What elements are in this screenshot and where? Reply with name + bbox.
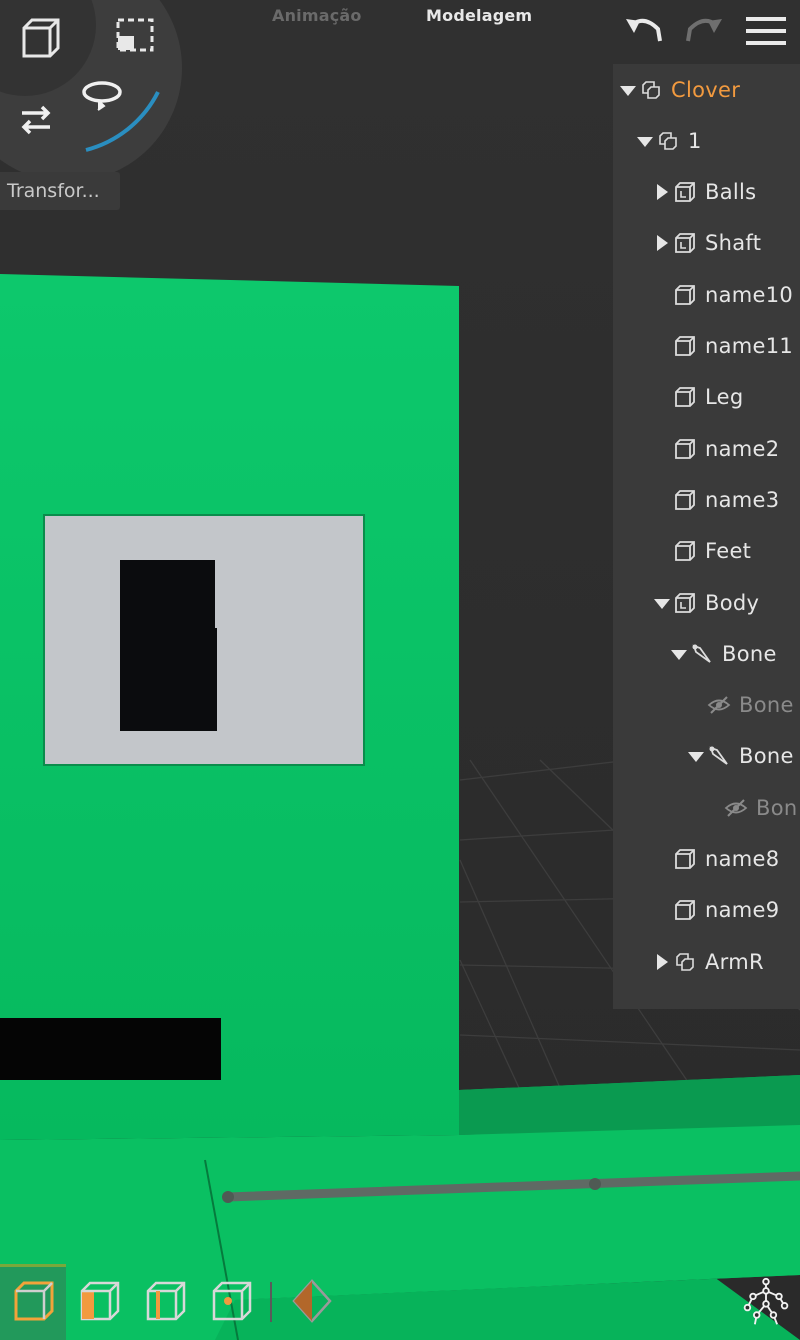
object-mode-icon[interactable]	[8, 1275, 60, 1327]
group-icon	[673, 950, 697, 974]
outliner-item[interactable]: Balls	[653, 167, 800, 218]
outliner-item[interactable]: Clover	[619, 64, 800, 115]
outliner-item[interactable]: Feet	[653, 526, 800, 577]
outliner-item-label: 1	[688, 128, 702, 153]
outliner-item-label: Clover	[671, 77, 741, 102]
outliner-item-label: Balls	[705, 180, 757, 205]
outliner-item-label: name10	[705, 282, 794, 307]
outliner-item-label: name2	[705, 436, 780, 461]
expand-arrow-icon[interactable]	[653, 594, 671, 612]
outliner-item-label: Body	[705, 590, 760, 615]
swap-arrows-icon[interactable]	[12, 96, 60, 144]
outliner-item-label: Bone	[739, 693, 794, 718]
outliner-item[interactable]: name8	[653, 834, 800, 885]
outliner-item-label: ArmR	[705, 949, 764, 974]
group-icon	[656, 129, 680, 153]
outliner-item[interactable]: Body	[653, 577, 800, 628]
expand-arrow-icon[interactable]	[687, 747, 705, 765]
cube-view-icon[interactable]	[16, 14, 64, 62]
scene-outliner[interactable]: Clover 1 Balls Shaft name10 name11 Leg name2 nam…	[613, 64, 800, 1009]
outliner-item[interactable]: name2	[653, 423, 800, 474]
face-mode-icon[interactable]	[74, 1275, 126, 1327]
tab-animation[interactable]: Animação	[272, 6, 362, 25]
cube-icon	[673, 898, 697, 922]
outliner-item[interactable]: Leg	[653, 372, 800, 423]
outliner-item[interactable]: name10	[653, 269, 800, 320]
outliner-item-label: Bon	[756, 795, 798, 820]
pivot-mode-icon[interactable]	[286, 1275, 338, 1327]
outliner-item[interactable]: Bone	[687, 731, 800, 782]
cube-icon	[673, 847, 697, 871]
rotate-icon[interactable]	[78, 70, 126, 118]
outliner-item-label: Feet	[705, 539, 752, 564]
3d-viewport[interactable]: Animação Modelagem Transfor... Clover 1 …	[0, 0, 800, 1340]
expand-arrow-icon[interactable]	[636, 132, 654, 150]
outliner-item-label: Leg	[705, 385, 744, 410]
group-icon	[639, 78, 663, 102]
cube-icon	[673, 539, 697, 563]
outliner-item[interactable]: name11	[653, 321, 800, 372]
cube-icon	[673, 488, 697, 512]
tab-modeling[interactable]: Modelagem	[426, 6, 532, 25]
mesh-rig-icon	[673, 231, 697, 255]
outliner-item-label: name3	[705, 487, 780, 512]
expand-arrow-icon[interactable]	[670, 645, 688, 663]
redo-icon[interactable]	[680, 10, 728, 52]
cube-icon	[673, 437, 697, 461]
bone-icon	[690, 642, 714, 666]
outliner-item[interactable]: ArmR	[653, 936, 800, 987]
toolbar-divider	[270, 1282, 272, 1322]
collapse-arrow-icon[interactable]	[653, 953, 671, 971]
outliner-item-label: Shaft	[705, 231, 762, 256]
mesh-rig-icon	[673, 591, 697, 615]
marquee-select-icon[interactable]	[110, 10, 158, 58]
expand-arrow-icon[interactable]	[619, 81, 637, 99]
outliner-item-label: name9	[705, 898, 780, 923]
cube-icon	[673, 334, 697, 358]
outliner-item-label: Bone	[722, 641, 777, 666]
mouth	[0, 1018, 221, 1080]
collapse-arrow-icon[interactable]	[653, 183, 671, 201]
outliner-item-label: Bone	[739, 744, 794, 769]
hidden-eye-icon[interactable]	[724, 796, 748, 820]
eye-pupil	[120, 560, 217, 731]
outliner-item[interactable]: name9	[653, 885, 800, 936]
outliner-item-label: name11	[705, 334, 794, 358]
bone-icon	[707, 744, 731, 768]
transform-label[interactable]: Transfor...	[0, 172, 120, 210]
hamburger-menu-icon[interactable]	[742, 10, 790, 52]
vertex-mode-icon[interactable]	[206, 1275, 258, 1327]
cube-icon	[673, 385, 697, 409]
outliner-item[interactable]: Bon	[704, 782, 800, 833]
outliner-item[interactable]: Bone	[687, 680, 800, 731]
mesh-rig-icon	[673, 180, 697, 204]
outliner-item[interactable]: 1	[636, 115, 800, 166]
outliner-item-label: name8	[705, 847, 780, 871]
collapse-arrow-icon[interactable]	[653, 234, 671, 252]
outliner-item[interactable]: name3	[653, 474, 800, 525]
undo-icon[interactable]	[620, 10, 668, 52]
hidden-eye-icon[interactable]	[707, 693, 731, 717]
outliner-item[interactable]: Shaft	[653, 218, 800, 269]
outliner-item[interactable]: Bone	[670, 628, 800, 679]
skeleton-rig-icon[interactable]	[740, 1276, 792, 1328]
edge-mode-icon[interactable]	[140, 1275, 192, 1327]
cube-icon	[673, 283, 697, 307]
